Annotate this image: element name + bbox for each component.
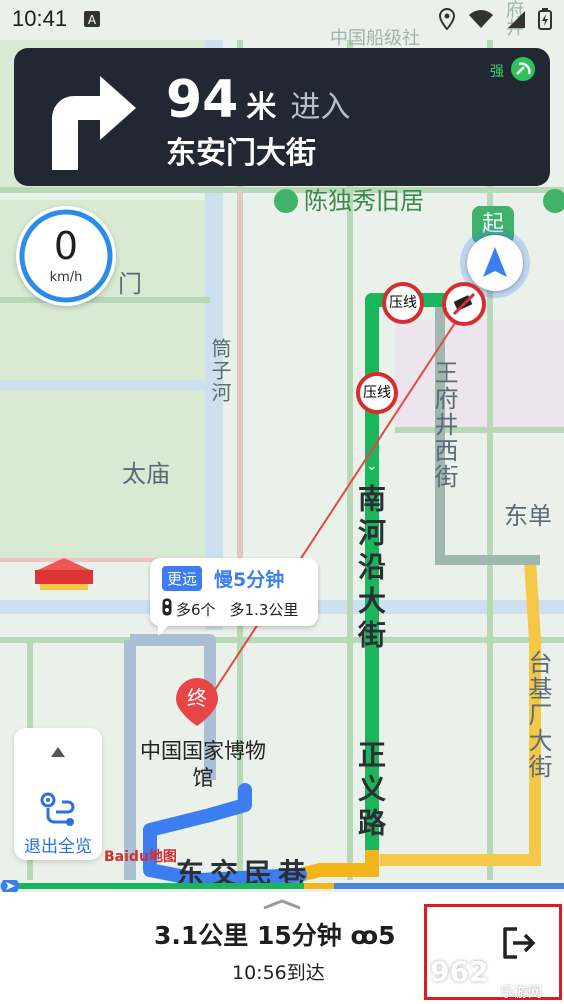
end-marker-label: 终 [187,686,207,710]
speedometer: 0 km/h [16,206,116,306]
svg-text:⌄: ⌄ [366,458,378,474]
route-overview-icon [40,792,75,826]
watermark-sub: 乐游网 [500,985,542,1001]
svg-text:A: A [88,13,97,27]
trip-summary[interactable]: 3.1公里 15分钟 ꝏ5 [154,916,396,952]
route-time-diff: 慢5分钟 [214,569,285,591]
map-label-tongzi: 筒子河 [208,338,232,404]
map-label-gate: 门 [118,270,142,298]
distance-unit: 米 [246,90,277,125]
guidance-card[interactable]: 94 米 进入 东安门大街 强 [14,48,550,186]
map-label-nanhe: 南河沿大街 [354,484,387,654]
alternate-route-bubble[interactable]: 更远 慢5分钟 多6个 多1.3公里 [150,558,318,636]
triangle-up-icon [51,747,65,757]
map-label-poi[interactable]: 陈独秀旧居 [304,189,424,213]
gps-signal-icon [510,56,536,86]
speed-unit: km/h [49,270,83,285]
map-label-taimiao: 太庙 [122,460,170,488]
traffic-light-icon [162,598,172,620]
map-label-wangfujing: 王府井西街 [430,360,458,490]
location-icon [438,8,456,30]
signal-icon [506,9,526,29]
next-road-name: 东安门大街 [166,136,316,171]
arrival-time: 10:56到达 [232,962,325,984]
distance-value: 94 [166,70,239,130]
turn-right-arrow-icon [52,76,136,170]
exit-overview-button[interactable]: 退出全览 [14,786,102,860]
pressure-line-text-2: 压线 [363,385,391,401]
route-details: 多6个 多1.3公里 [162,598,298,620]
pressure-line-sign: 压线 [382,282,424,324]
wifi-icon [468,9,494,29]
map-control-panel: 退出全览 [14,728,102,860]
expand-button[interactable] [14,728,102,776]
watermark-logo: 962 [430,955,489,988]
exit-overview-label: 退出全览 [24,837,92,857]
camera-sign-icon [442,282,486,326]
map-label-dongdan: 东单 [504,502,552,530]
route-distance-diff: 多1.3公里 [229,600,299,619]
exit-navigation-icon [503,927,536,959]
map-label-zhengyi: 正义路 [354,740,387,842]
drag-handle-icon[interactable] [260,898,304,910]
pressure-line-sign-2: 压线 [356,372,398,414]
turn-action: 进入 [290,90,351,125]
speed-value: 0 [53,224,79,268]
pressure-line-text: 压线 [389,295,417,311]
battery-icon [538,8,552,30]
map-label-museum: 中国国家博物馆 [140,739,266,791]
status-time: 10:41 [12,6,68,31]
route-progress-bar [0,880,564,892]
gps-signal-label: 强 [490,64,504,80]
end-marker[interactable]: 终 [174,676,220,728]
status-bar: 10:41 A [0,0,564,38]
route-tag: 更远 [162,566,203,591]
notification-a-icon: A [83,10,101,28]
distance-row: 94 米 进入 [166,70,350,130]
gps-signal: 强 [490,56,536,86]
route-lights-diff: 多6个 [176,600,216,619]
map-label-taiji: 台基厂大街 [524,650,552,780]
baidu-logo: Baidu地图 [104,849,177,865]
